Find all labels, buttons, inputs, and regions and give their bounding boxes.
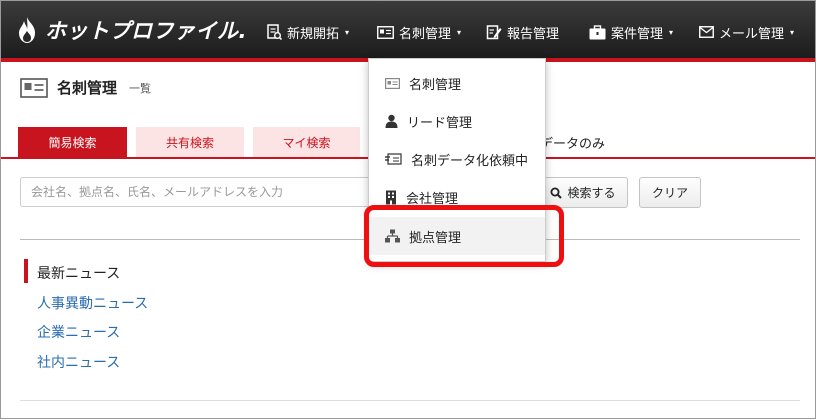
page-subtitle: 一覧: [129, 81, 152, 95]
menu-item-business-cards[interactable]: 名刺管理: [369, 64, 545, 102]
nav-deal-management-label: 案件管理: [611, 26, 664, 42]
chevron-down-icon: ▾: [669, 27, 674, 37]
search-button[interactable]: 検索する: [538, 177, 628, 208]
menu-item-label: 名刺管理: [409, 77, 462, 93]
annotation-highlight-box: [364, 205, 564, 267]
person-icon: [385, 114, 398, 128]
search-icon: [550, 187, 563, 199]
news-link-company[interactable]: 企業ニュース: [37, 322, 120, 342]
nav-report-management[interactable]: 報告管理: [486, 21, 559, 43]
data-only-filter-label[interactable]: データのみ: [540, 133, 605, 152]
nav-mail-management[interactable]: メール管理 ▾: [699, 21, 794, 43]
nav-deal-management[interactable]: 案件管理 ▾: [589, 21, 673, 43]
news-accent-bar: [24, 259, 28, 283]
nav-mail-management-label: メール管理: [719, 26, 785, 42]
search-button-label: 検索する: [567, 186, 616, 200]
mail-icon: [699, 26, 714, 38]
nav-new-prospect-label: 新規開拓: [287, 26, 340, 42]
menu-item-label: リード管理: [407, 115, 473, 131]
page-header: 名刺管理 一覧: [20, 77, 151, 98]
briefcase-icon: [589, 24, 606, 39]
nav-business-cards[interactable]: 名刺管理 ▾: [377, 21, 461, 43]
news-heading: 最新ニュース: [37, 266, 121, 282]
chevron-down-icon: ▾: [457, 27, 462, 37]
tab-shared-search[interactable]: 共有検索: [136, 127, 244, 157]
building-icon: [386, 190, 396, 204]
business-card-icon: [377, 25, 394, 39]
menu-item-leads[interactable]: リード管理: [369, 102, 545, 140]
new-prospect-icon: [267, 24, 282, 40]
card-request-icon: [385, 152, 402, 165]
menu-item-label: 会社管理: [406, 191, 459, 207]
business-card-icon: [385, 77, 400, 89]
news-link-personnel[interactable]: 人事異動ニュース: [37, 293, 148, 313]
clear-button[interactable]: クリア: [639, 177, 701, 208]
business-card-icon: [20, 77, 48, 98]
menu-item-card-data-requests[interactable]: 名刺データ化依頼中: [369, 140, 545, 178]
report-edit-icon: [486, 25, 502, 40]
tab-simple-search[interactable]: 簡易検索: [18, 127, 127, 157]
search-input[interactable]: [20, 177, 380, 207]
top-navigation-bar: ホットプロファイル. 新規開拓 ▾ 名刺管理 ▾ 報告管理 案件管理 ▾ メール…: [1, 1, 815, 58]
flame-icon: [19, 17, 35, 43]
tab-my-search[interactable]: マイ検索: [253, 127, 360, 157]
footer-divider: [20, 400, 800, 401]
nav-business-cards-label: 名刺管理: [399, 26, 452, 42]
menu-item-label: 名刺データ化依頼中: [411, 153, 529, 169]
chevron-down-icon: ▾: [345, 27, 350, 37]
nav-new-prospect[interactable]: 新規開拓 ▾: [266, 21, 349, 43]
chevron-down-icon: ▾: [790, 27, 795, 37]
nav-report-management-label: 報告管理: [507, 26, 560, 42]
brand-name: ホットプロファイル.: [45, 19, 247, 43]
news-link-internal[interactable]: 社内ニュース: [37, 352, 120, 372]
brand-logo[interactable]: ホットプロファイル.: [15, 15, 247, 45]
page-title: 名刺管理: [57, 79, 118, 97]
